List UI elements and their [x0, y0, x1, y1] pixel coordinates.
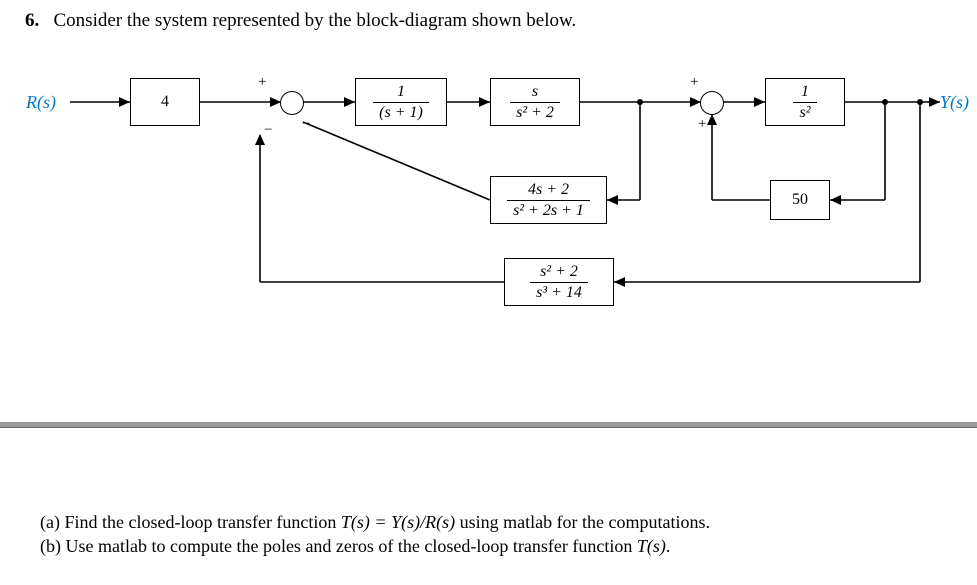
- arrow-icon: [830, 195, 841, 205]
- part-text: Use matlab to compute the poles and zero…: [66, 536, 637, 556]
- sum-sign-minus: −: [264, 122, 272, 139]
- tf-numerator: 4s + 2: [522, 181, 575, 199]
- block-h2: s² + 2 s³ + 14: [504, 258, 614, 306]
- arrow-icon: [607, 195, 618, 205]
- part-b: (b) Use matlab to compute the poles and …: [40, 534, 710, 558]
- tf-numerator: 1: [391, 83, 411, 101]
- tf-denominator: (s + 1): [373, 102, 429, 122]
- part-text: .: [666, 536, 671, 556]
- sum-sign-plus: +: [698, 116, 706, 133]
- tf-denominator: s²: [793, 102, 816, 122]
- arrow-icon: [614, 277, 625, 287]
- question-number: 6.: [25, 10, 39, 31]
- arrow-icon: [344, 97, 355, 107]
- part-text: Find the closed-loop transfer function: [64, 512, 340, 532]
- summing-junction-1: [280, 91, 304, 115]
- question-prompt: Consider the system represented by the b…: [54, 10, 577, 31]
- sum-sign-plus: +: [258, 74, 266, 91]
- arrow-icon: [119, 97, 130, 107]
- tf-numerator: s² + 2: [534, 263, 584, 281]
- arrow-icon: [479, 97, 490, 107]
- block-g3: 1 s²: [765, 78, 845, 126]
- part-formula: T(s) = Y(s)/R(s): [341, 512, 455, 532]
- tf-denominator: s³ + 14: [530, 282, 588, 302]
- sum-sign-minus: −: [302, 116, 310, 133]
- part-label: (b): [40, 536, 61, 556]
- block-h3: 50: [770, 180, 830, 220]
- arrow-icon: [929, 97, 940, 107]
- node-dot: [917, 99, 923, 105]
- block-h1: 4s + 2 s² + 2s + 1: [490, 176, 607, 224]
- part-label: (a): [40, 512, 60, 532]
- block-diagram: R(s) Y(s) 4 + − − 1 (s + 1) s s² + 2 + +…: [0, 60, 977, 360]
- block-content: 4: [161, 93, 169, 111]
- part-a: (a) Find the closed-loop transfer functi…: [40, 510, 710, 534]
- summing-junction-2: [700, 91, 724, 115]
- block-g2: s s² + 2: [490, 78, 580, 126]
- part-text: using matlab for the computations.: [455, 512, 710, 532]
- question-parts: (a) Find the closed-loop transfer functi…: [40, 510, 710, 559]
- node-dot: [637, 99, 643, 105]
- tf-denominator: s² + 2s + 1: [507, 200, 590, 220]
- question-header: 6. Consider the system represented by th…: [25, 10, 576, 32]
- block-content: 50: [792, 191, 808, 209]
- tf-denominator: s² + 2: [510, 102, 560, 122]
- node-dot: [882, 99, 888, 105]
- section-divider: [0, 422, 977, 428]
- arrow-icon: [754, 97, 765, 107]
- part-formula: T(s): [637, 536, 666, 556]
- tf-numerator: 1: [795, 83, 815, 101]
- input-signal-label: R(s): [26, 92, 56, 113]
- block-g1: 1 (s + 1): [355, 78, 447, 126]
- block-gain-4: 4: [130, 78, 200, 126]
- tf-numerator: s: [526, 83, 544, 101]
- arrow-icon: [707, 114, 717, 125]
- output-signal-label: Y(s): [940, 92, 969, 113]
- sum-sign-plus: +: [690, 74, 698, 91]
